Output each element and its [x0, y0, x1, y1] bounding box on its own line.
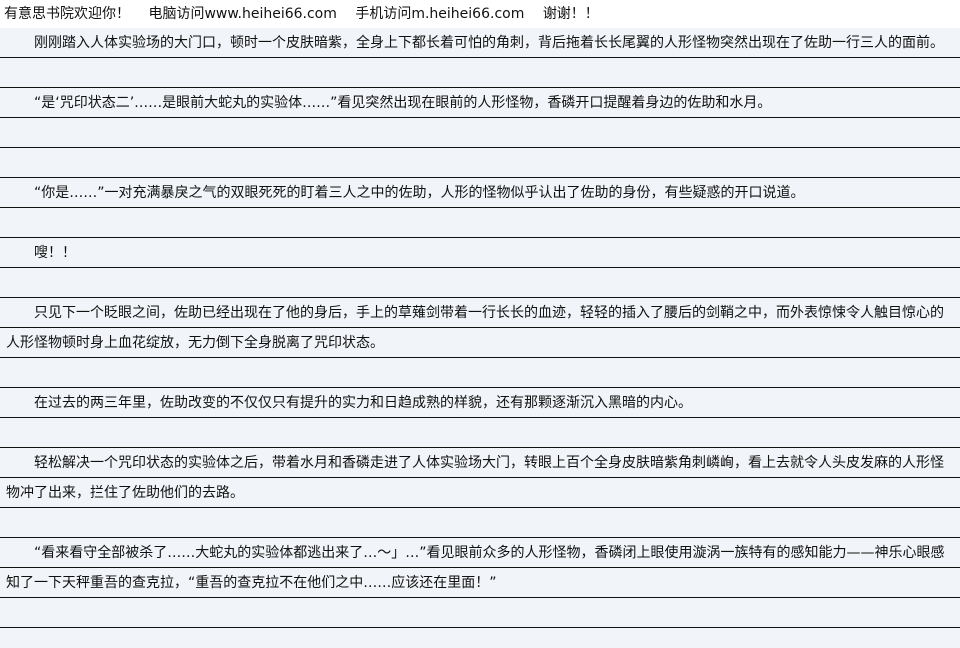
paragraph: 刚刚踏入人体实验场的大门口，顿时一个皮肤暗紫，全身上下都长着可怕的角刺，背后拖着… [34, 35, 944, 51]
paragraph: 嗖！！ [34, 245, 76, 261]
paragraph: “你是……”一对充满暴戾之气的双眼死死的盯着三人之中的佐助，人形的怪物似乎认出了… [34, 185, 805, 201]
mobile-visit-link[interactable]: 手机访问m.heihei66.com [355, 6, 524, 22]
chapter-text: 刚刚踏入人体实验场的大门口，顿时一个皮肤暗紫，全身上下都长着可怕的角刺，背后拖着… [0, 28, 960, 648]
paragraph: 轻松解决一个咒印状态的实验体之后，带着水月和香磷走进了人体实验场大门，转眼上百个… [6, 455, 944, 501]
site-welcome-text: 有意思书院欢迎你！ [4, 6, 130, 22]
pc-visit-link[interactable]: 电脑访问www.heihei66.com [148, 6, 336, 22]
paragraph: “是‘咒印状态二’……是眼前大蛇丸的实验体……”看见突然出现在眼前的人形怪物，香… [34, 95, 772, 111]
thanks-text: 谢谢！！ [542, 6, 599, 22]
paragraph: 在过去的两三年里，佐助改变的不仅仅只有提升的实力和日趋成熟的样貌，还有那颗逐渐沉… [34, 395, 692, 411]
paragraph: “看来看守全部被杀了……大蛇丸的实验体都逃出来了…～」…”看见眼前众多的人形怪物… [6, 545, 945, 591]
paragraph: 只见下一个眨眼之间，佐助已经出现在了他的身后，手上的草薙剑带着一行长长的血迹，轻… [6, 305, 944, 351]
site-banner: 有意思书院欢迎你！ 电脑访问www.heihei66.com 手机访问m.hei… [0, 0, 960, 28]
